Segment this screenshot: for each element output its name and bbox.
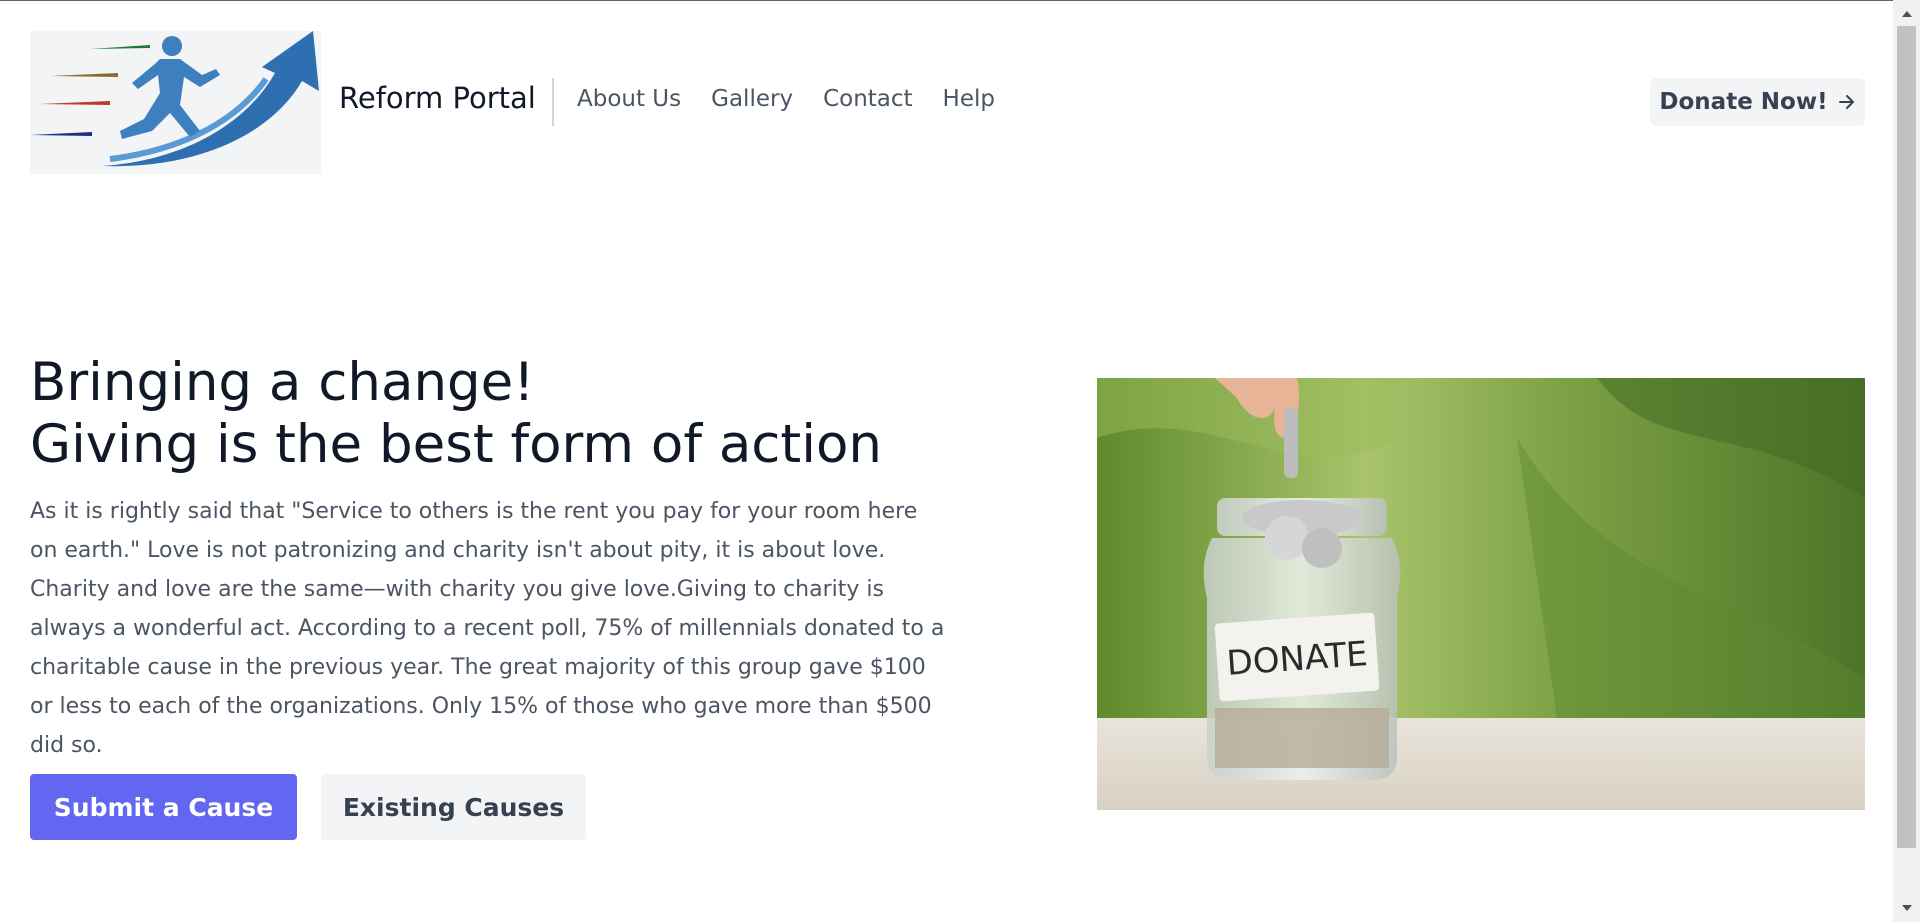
main-nav: About Us Gallery Contact Help bbox=[577, 86, 995, 112]
nav-gallery[interactable]: Gallery bbox=[711, 86, 793, 112]
site-header: Reform Portal About Us Gallery Contact H… bbox=[30, 31, 1865, 174]
vertical-scrollbar[interactable] bbox=[1893, 0, 1920, 922]
donate-now-button[interactable]: Donate Now! bbox=[1650, 78, 1865, 126]
scroll-up-arrow-icon[interactable] bbox=[1893, 4, 1920, 24]
hero-title-line-1: Bringing a change! bbox=[30, 352, 535, 413]
hero-title: Bringing a change! Giving is the best fo… bbox=[30, 352, 1010, 476]
header-divider bbox=[552, 78, 554, 126]
existing-causes-button[interactable]: Existing Causes bbox=[321, 774, 586, 840]
brand-name[interactable]: Reform Portal bbox=[339, 81, 536, 115]
nav-help[interactable]: Help bbox=[943, 86, 995, 112]
nav-contact[interactable]: Contact bbox=[823, 86, 912, 112]
donation-jar-illustration: DONATE bbox=[1097, 378, 1865, 810]
donate-now-label: Donate Now! bbox=[1659, 89, 1828, 115]
hero-image-donation-jar: DONATE bbox=[1097, 378, 1865, 810]
logo[interactable] bbox=[30, 31, 321, 174]
scrollbar-thumb[interactable] bbox=[1897, 26, 1916, 848]
arrow-right-icon bbox=[1838, 95, 1854, 109]
nav-about-us[interactable]: About Us bbox=[577, 86, 681, 112]
scroll-down-arrow-icon[interactable] bbox=[1893, 898, 1920, 918]
hero-title-line-2: Giving is the best form of action bbox=[30, 414, 882, 475]
hero-paragraph: As it is rightly said that "Service to o… bbox=[30, 499, 945, 758]
window-top-border bbox=[0, 0, 1920, 1]
logo-runner-arrow-icon bbox=[30, 31, 321, 174]
submit-cause-button[interactable]: Submit a Cause bbox=[30, 774, 297, 840]
